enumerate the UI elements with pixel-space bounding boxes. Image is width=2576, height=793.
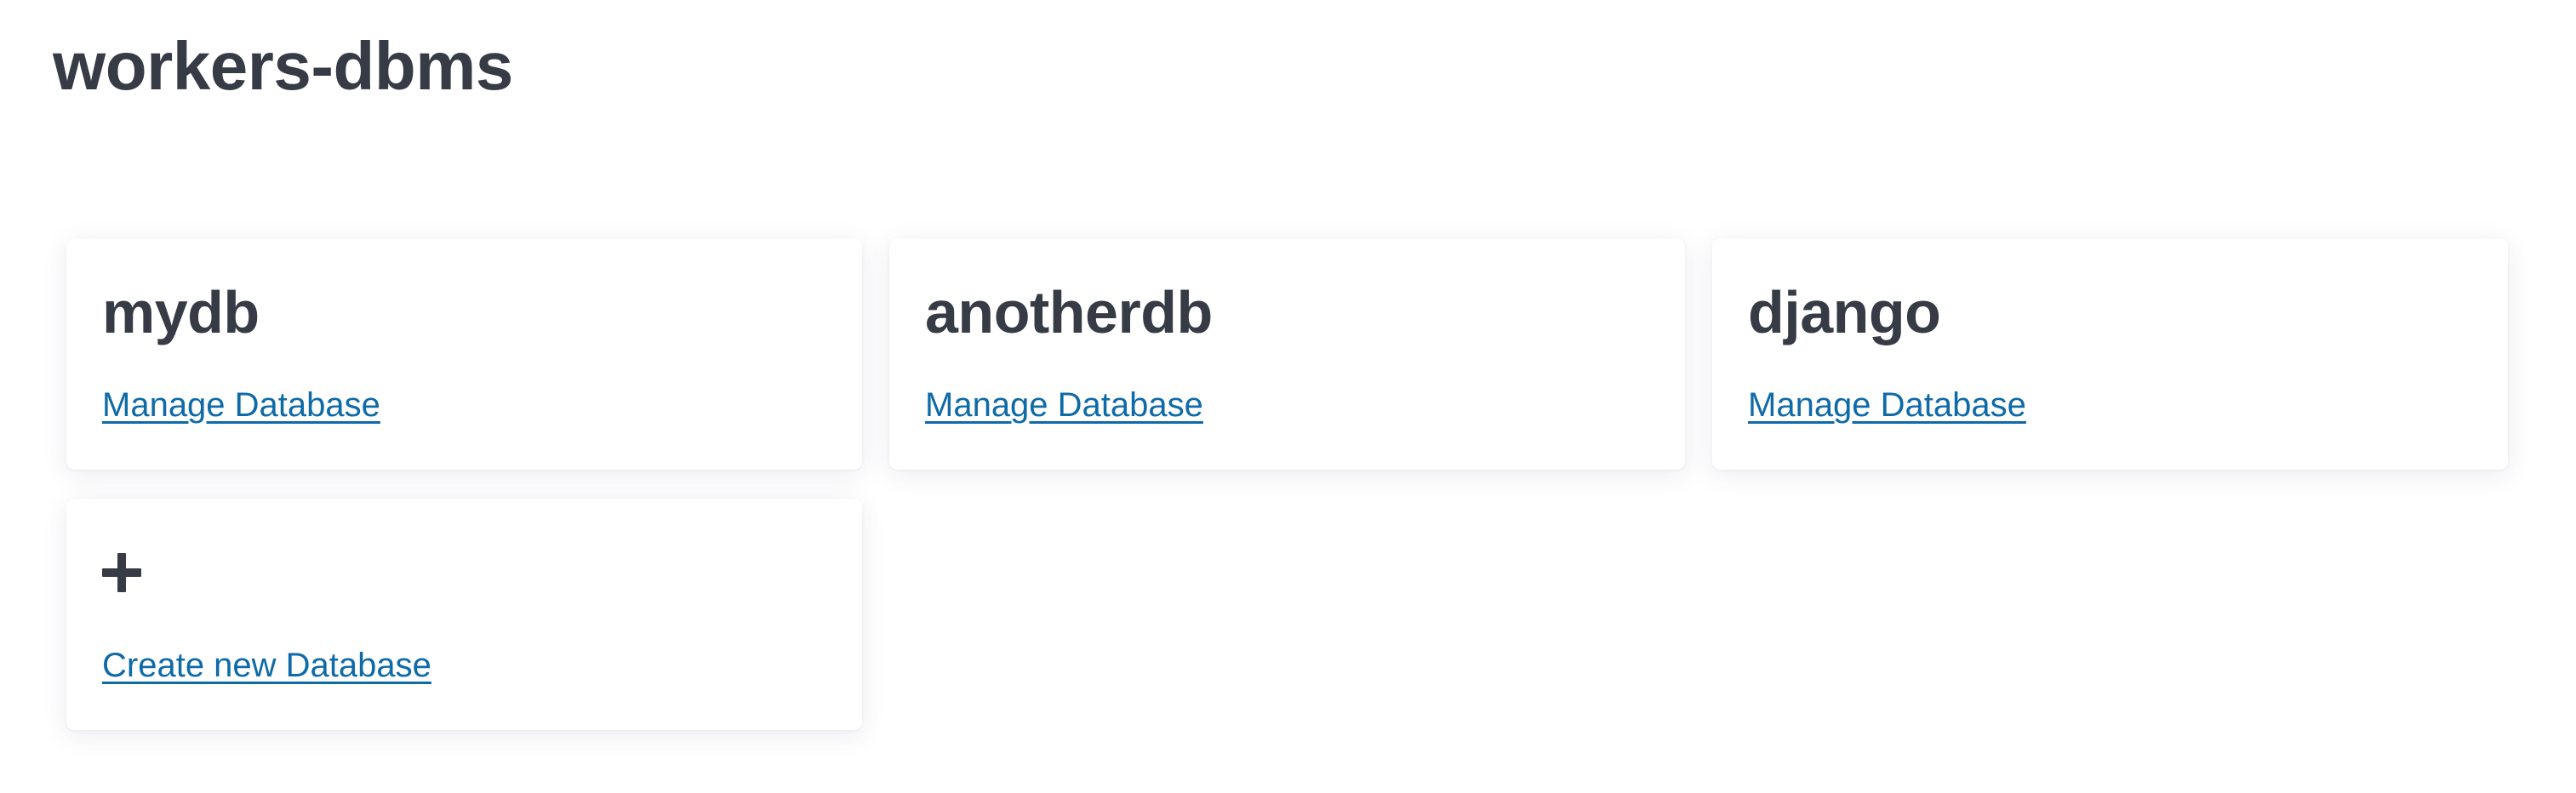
- database-name: anotherdb: [925, 279, 1213, 345]
- database-card-django: django Manage Database: [1712, 238, 2508, 470]
- database-grid: mydb Manage Database anotherdb Manage Da…: [66, 238, 2509, 730]
- database-name: mydb: [102, 279, 260, 345]
- manage-database-link[interactable]: Manage Database: [102, 385, 380, 425]
- plus-icon: [102, 553, 141, 592]
- database-card-mydb: mydb Manage Database: [66, 238, 862, 470]
- create-database-link[interactable]: Create new Database: [102, 645, 431, 686]
- manage-database-link[interactable]: Manage Database: [925, 385, 1203, 425]
- create-database-card: Create new Database: [66, 499, 862, 730]
- manage-database-link[interactable]: Manage Database: [1748, 385, 2026, 425]
- database-name: django: [1748, 279, 1941, 345]
- database-card-anotherdb: anotherdb Manage Database: [889, 238, 1685, 470]
- page-title: workers-dbms: [53, 28, 513, 104]
